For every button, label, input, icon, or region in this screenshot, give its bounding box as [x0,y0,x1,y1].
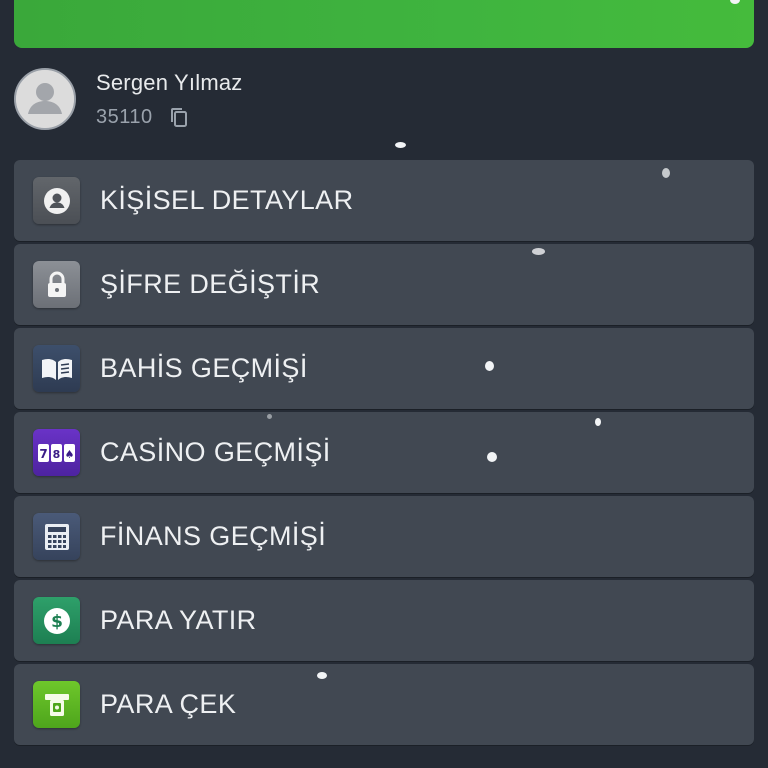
menu-item-withdraw[interactable]: PARA ÇEK [14,664,754,745]
menu-item-personal-details[interactable]: KİŞİSEL DETAYLAR [14,160,754,241]
menu-item-bet-history[interactable]: BAHİS GEÇMİŞİ [14,328,754,409]
menu-item-change-password[interactable]: ŞİFRE DEĞİŞTİR [14,244,754,325]
avatar[interactable] [14,68,76,130]
lock-icon [33,261,80,308]
atm-icon [33,681,80,728]
menu-item-finance-history[interactable]: FİNANS GEÇMİŞİ [14,496,754,577]
top-green-banner[interactable] [14,0,754,48]
book-icon [33,345,80,392]
menu-item-deposit[interactable]: $ PARA YATIR [14,580,754,661]
menu-item-label: ŞİFRE DEĞİŞTİR [100,269,321,299]
user-name: Sergen Yılmaz [96,70,243,95]
profile-header: Sergen Yılmaz 35110 [14,68,754,132]
snow-particle [395,142,406,148]
svg-text:7: 7 [39,447,47,461]
menu-item-label: PARA ÇEK [100,689,237,719]
svg-text:$: $ [51,612,63,632]
calculator-icon [33,513,80,560]
dollar-icon: $ [33,597,80,644]
menu-item-label: PARA YATIR [100,605,257,635]
menu-item-label: FİNANS GEÇMİŞİ [100,521,327,551]
menu-item-label: KİŞİSEL DETAYLAR [100,185,354,215]
svg-text:♠: ♠ [64,448,74,461]
user-circle-icon [33,177,80,224]
account-menu: KİŞİSEL DETAYLAR ŞİFRE DEĞİŞTİR BAHİS GE… [14,160,754,748]
copy-icon[interactable] [168,106,192,130]
menu-item-label: BAHİS GEÇMİŞİ [100,353,308,383]
slot-machine-icon: 7 8 ♠ [33,429,80,476]
person-icon [16,70,74,128]
svg-text:8: 8 [52,448,60,461]
user-id: 35110 [96,106,153,128]
menu-item-label: CASİNO GEÇMİŞİ [100,437,331,467]
menu-item-casino-history[interactable]: 7 8 ♠ CASİNO GEÇMİŞİ [14,412,754,493]
